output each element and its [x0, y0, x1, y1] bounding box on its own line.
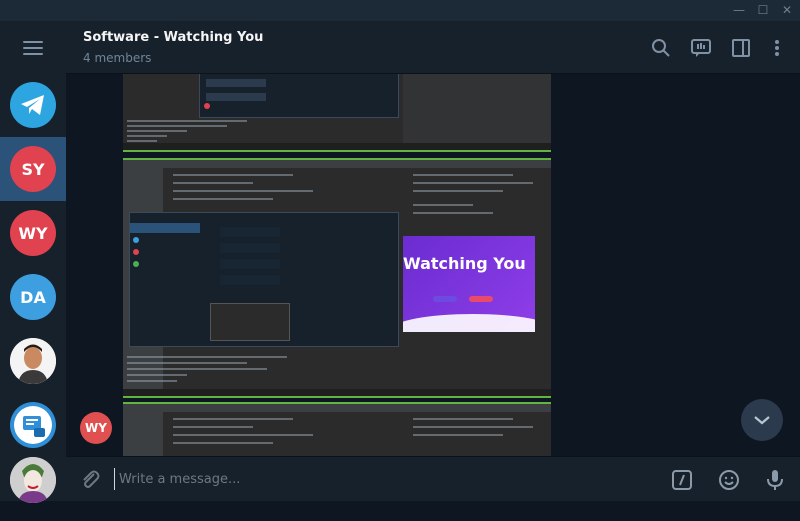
- search-icon[interactable]: [650, 37, 672, 59]
- screenshot-image[interactable]: [123, 74, 551, 152]
- chat-item-telegram[interactable]: [0, 73, 66, 137]
- chat-item-sy[interactable]: SY: [0, 137, 66, 201]
- more-vertical-icon[interactable]: [766, 37, 788, 59]
- chat-list-sidebar: SY WY DA: [0, 21, 66, 503]
- joker-photo-avatar: [10, 457, 56, 503]
- screenshot-image[interactable]: [123, 402, 551, 456]
- telegram-window: — ☐ ✕ SY WY DA Software - Watching You 4…: [0, 0, 800, 503]
- chat-item-joker[interactable]: [0, 457, 66, 521]
- chat-item-wy[interactable]: WY: [0, 201, 66, 265]
- sidebar-toggle-icon[interactable]: [730, 37, 752, 59]
- avatar-initials: SY: [21, 159, 45, 179]
- chevron-down-icon: [754, 416, 770, 425]
- scroll-down-button[interactable]: [741, 399, 783, 441]
- embedded-taskbar: [123, 143, 551, 150]
- avatar-initials: WY: [18, 223, 48, 243]
- chat-member-count[interactable]: 4 members: [83, 51, 151, 65]
- message-composer: [66, 456, 800, 501]
- poll-icon[interactable]: [690, 37, 712, 59]
- chat-item-person[interactable]: [0, 329, 66, 393]
- microphone-icon[interactable]: [763, 468, 787, 492]
- bot-avatar: [10, 402, 56, 448]
- emoji-icon[interactable]: [717, 468, 741, 492]
- maximize-button[interactable]: ☐: [752, 0, 774, 21]
- avatar: WY: [10, 210, 56, 256]
- command-icon[interactable]: [670, 468, 694, 492]
- embedded-menubar: [123, 160, 551, 168]
- embedded-telegram-window: [129, 212, 399, 347]
- chat-item-bot[interactable]: [0, 393, 66, 457]
- sender-avatar[interactable]: WY: [80, 412, 112, 444]
- screenshot-image[interactable]: Watching You: [123, 158, 551, 398]
- title-bar: — ☐ ✕: [0, 0, 800, 21]
- minimize-button[interactable]: —: [728, 0, 750, 21]
- avatar-initials: DA: [20, 287, 46, 307]
- embedded-menubar: [123, 404, 551, 412]
- message-input[interactable]: [114, 468, 654, 490]
- embedded-banner: Watching You: [403, 236, 535, 332]
- telegram-logo-icon: [10, 82, 56, 128]
- avatar: DA: [10, 274, 56, 320]
- banner-text: Watching You: [403, 254, 526, 273]
- embedded-window: [199, 74, 399, 118]
- sender-initials: WY: [85, 421, 107, 435]
- chat-header: Software - Watching You 4 members: [66, 21, 800, 74]
- close-button[interactable]: ✕: [776, 0, 798, 21]
- chat-title[interactable]: Software - Watching You: [83, 30, 263, 45]
- chat-item-da[interactable]: DA: [0, 265, 66, 329]
- avatar: SY: [10, 146, 56, 192]
- menu-icon[interactable]: [23, 41, 43, 55]
- message-list[interactable]: Watching You: [66, 74, 800, 456]
- embedded-taskbar: [123, 389, 551, 396]
- attach-icon[interactable]: [78, 468, 102, 492]
- person-photo-avatar: [10, 338, 56, 384]
